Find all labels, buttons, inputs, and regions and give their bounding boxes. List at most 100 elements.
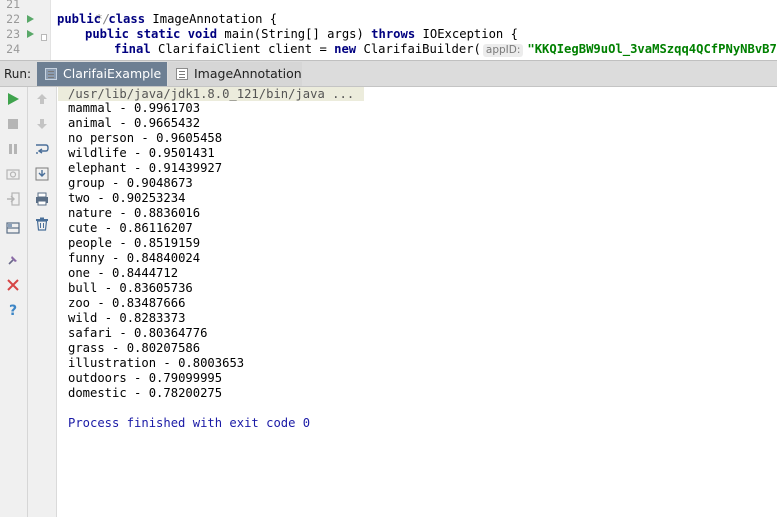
tab-clarifai-example[interactable]: ClarifaiExample	[37, 62, 167, 86]
console-toolbar	[28, 87, 57, 517]
run-class-gutter-icon[interactable]	[27, 15, 34, 23]
result-label: illustration	[68, 356, 157, 370]
result-separator: -	[126, 146, 149, 160]
layout-icon[interactable]	[5, 220, 21, 236]
result-separator: -	[112, 116, 135, 130]
code-editor[interactable]: 21 22 23 24 */ public class ImageAnnotat…	[0, 0, 777, 60]
scroll-to-end-icon[interactable]	[34, 166, 50, 182]
console-result-line: wildlife - 0.9501431	[68, 146, 215, 161]
result-label: no person	[68, 131, 135, 145]
soft-wrap-icon[interactable]	[34, 141, 50, 157]
result-score: 0.86116207	[119, 221, 193, 235]
result-score: 0.80207586	[126, 341, 201, 355]
result-score: 0.80364776	[134, 326, 208, 340]
result-label: domestic	[68, 386, 127, 400]
result-score: 0.78200275	[148, 386, 223, 400]
result-label: wildlife	[68, 146, 127, 160]
result-separator: -	[104, 176, 127, 190]
console-result-line: grass - 0.80207586	[68, 341, 200, 356]
dump-threads-icon[interactable]	[5, 166, 21, 182]
result-separator: -	[112, 101, 135, 115]
console-result-line: outdoors - 0.79099995	[68, 371, 222, 386]
pause-icon[interactable]	[5, 141, 21, 157]
result-score: 0.90253234	[112, 191, 186, 205]
stop-icon[interactable]	[5, 116, 21, 132]
close-icon[interactable]	[5, 277, 21, 293]
svg-text:?: ?	[9, 303, 17, 318]
editor-gutter: 21 22 23 24	[0, 0, 51, 60]
result-score: 0.9048673	[126, 176, 193, 190]
result-separator: -	[156, 356, 179, 370]
run-label: Run:	[4, 67, 32, 81]
pin-icon[interactable]	[5, 252, 21, 268]
console-result-line: domestic - 0.78200275	[68, 386, 222, 401]
result-label: bull	[68, 281, 98, 295]
run-icon[interactable]	[5, 91, 21, 107]
console-result-line: two - 0.90253234	[68, 191, 185, 206]
result-separator: -	[90, 191, 113, 205]
console-result-line: people - 0.8519159	[68, 236, 200, 251]
result-label: nature	[68, 206, 113, 220]
result-score: 0.84840024	[126, 251, 201, 265]
result-score: 0.9501431	[148, 146, 215, 160]
tab-image-annotation[interactable]: ImageAnnotation	[168, 62, 302, 86]
result-score: 0.9665432	[134, 116, 201, 130]
process-exit-message: Process finished with exit code 0	[68, 416, 311, 430]
result-separator: -	[104, 251, 127, 265]
print-icon[interactable]	[34, 191, 50, 207]
run-main-gutter-icon[interactable]	[27, 30, 34, 38]
console-result-line: bull - 0.83605736	[68, 281, 193, 296]
result-separator: -	[112, 206, 135, 220]
fold-icon[interactable]	[41, 34, 47, 41]
trash-icon[interactable]	[34, 216, 50, 232]
result-score: 0.83605736	[119, 281, 193, 295]
result-separator: -	[97, 281, 120, 295]
result-separator: -	[90, 266, 113, 280]
result-label: cute	[68, 221, 98, 235]
help-icon[interactable]: ?	[5, 302, 21, 318]
result-separator: -	[97, 221, 120, 235]
run-config-icon	[176, 68, 188, 80]
result-score: 0.8519159	[134, 236, 201, 250]
line-number: 24	[6, 42, 20, 56]
console-result-line: mammal - 0.9961703	[68, 101, 200, 116]
result-score: 0.91439927	[148, 161, 223, 175]
code-line-23: public static void main(String[] args) t…	[85, 27, 518, 41]
console-result-line: illustration - 0.8003653	[68, 356, 244, 371]
result-score: 0.83487666	[112, 296, 186, 310]
console-command-line[interactable]: /usr/lib/java/jdk1.8.0_121/bin/java ...	[58, 87, 365, 101]
parameter-hint: appID:	[482, 44, 524, 57]
line-number: 22	[6, 12, 20, 26]
result-label: grass	[68, 341, 105, 355]
result-label: one	[68, 266, 91, 280]
run-config-icon	[45, 68, 57, 80]
result-score: 0.8836016	[134, 206, 201, 220]
console-result-line: group - 0.9048673	[68, 176, 193, 191]
console-output[interactable]: /usr/lib/java/jdk1.8.0_121/bin/java ... …	[58, 87, 777, 517]
code-line-24: final ClarifaiClient client = new Clarif…	[114, 42, 777, 57]
result-separator: -	[90, 296, 113, 310]
console-result-line: one - 0.8444712	[68, 266, 178, 281]
result-separator: -	[112, 236, 135, 250]
down-arrow-icon[interactable]	[34, 116, 50, 132]
console-result-line: funny - 0.84840024	[68, 251, 200, 266]
result-label: people	[68, 236, 113, 250]
result-separator: -	[134, 131, 157, 145]
console-result-line: wild - 0.8283373	[68, 311, 185, 326]
exit-icon[interactable]	[5, 191, 21, 207]
result-score: 0.8003653	[178, 356, 245, 370]
tab-label: ImageAnnotation	[194, 66, 302, 81]
result-score: 0.9961703	[134, 101, 201, 115]
console-result-line: animal - 0.9665432	[68, 116, 200, 131]
result-label: animal	[68, 116, 113, 130]
result-score: 0.8444712	[112, 266, 179, 280]
result-separator: -	[104, 341, 127, 355]
result-separator: -	[126, 161, 149, 175]
run-tool-window-header: Run: ClarifaiExample ImageAnnotation	[0, 60, 777, 87]
result-label: two	[68, 191, 91, 205]
result-separator: -	[126, 371, 149, 385]
console-result-line: cute - 0.86116207	[68, 221, 193, 236]
up-arrow-icon[interactable]	[34, 91, 50, 107]
result-separator: -	[112, 326, 135, 340]
console-result-line: zoo - 0.83487666	[68, 296, 185, 311]
